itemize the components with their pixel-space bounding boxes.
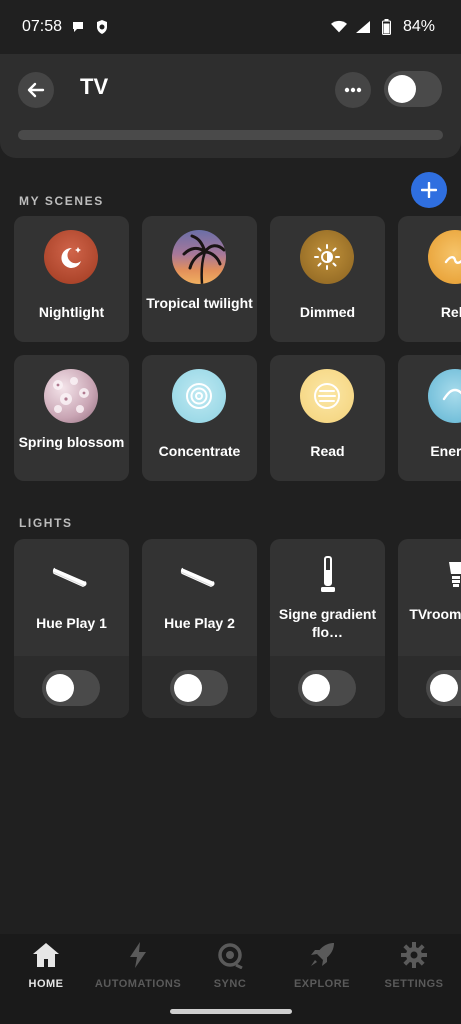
scene-label: Relax bbox=[440, 304, 461, 320]
room-power-toggle[interactable] bbox=[384, 71, 442, 107]
shield-icon bbox=[94, 19, 110, 35]
light-power-toggle[interactable] bbox=[298, 670, 356, 706]
scene-tile-spring-blossom[interactable]: Spring blossom bbox=[14, 355, 129, 481]
nav-sync[interactable]: SYNC bbox=[184, 940, 276, 996]
scene-tile-dimmed[interactable]: Dimmed bbox=[270, 216, 385, 342]
room-header: TV bbox=[0, 54, 461, 158]
chat-bubble-icon bbox=[70, 19, 86, 35]
light-power-toggle[interactable] bbox=[42, 670, 100, 706]
nav-home[interactable]: HOME bbox=[0, 940, 92, 996]
nav-label: HOME bbox=[28, 978, 64, 990]
energize-icon bbox=[428, 369, 461, 423]
dim-sun-icon bbox=[300, 230, 354, 284]
light-tile-tvroom-tec[interactable]: TVroom tec bbox=[398, 539, 461, 718]
toggle-knob bbox=[302, 674, 330, 702]
light-tile-hue-play-1[interactable]: Hue Play 1 bbox=[14, 539, 129, 718]
scene-label: Spring blossom bbox=[18, 434, 125, 450]
scene-label: Energize bbox=[430, 443, 461, 459]
toggle-knob bbox=[430, 674, 458, 702]
scene-label: Nightlight bbox=[38, 304, 105, 320]
concentrate-icon bbox=[172, 369, 226, 423]
light-power-toggle[interactable] bbox=[426, 670, 461, 706]
battery-percent: 84% bbox=[402, 18, 435, 35]
status-time: 07:58 bbox=[22, 18, 63, 35]
scene-label: Tropical twilight bbox=[146, 295, 253, 311]
light-label: Signe gradient flo… bbox=[278, 606, 377, 640]
scene-tile-nightlight[interactable]: Nightlight bbox=[14, 216, 129, 342]
scene-label: Dimmed bbox=[299, 304, 356, 320]
toggle-knob bbox=[174, 674, 202, 702]
palm-sunset-image bbox=[172, 230, 226, 284]
signal-icon bbox=[355, 19, 371, 35]
scene-tile-relax[interactable]: Relax bbox=[398, 216, 461, 342]
light-bar-icon bbox=[14, 557, 129, 593]
relax-icon bbox=[428, 230, 461, 284]
scene-tile-energize[interactable]: Energize bbox=[398, 355, 461, 481]
nav-label: EXPLORE bbox=[293, 978, 351, 990]
scene-label: Read bbox=[310, 443, 345, 459]
read-icon bbox=[300, 369, 354, 423]
floor-lamp-icon bbox=[270, 556, 385, 593]
light-label: Hue Play 2 bbox=[164, 615, 235, 631]
lightning-icon bbox=[123, 940, 153, 970]
scenes-section-title: MY SCENES bbox=[19, 194, 104, 208]
room-title: TV bbox=[80, 74, 109, 99]
rocket-icon bbox=[307, 940, 337, 970]
toggle-knob bbox=[388, 75, 416, 103]
back-button[interactable] bbox=[18, 72, 54, 108]
scene-tile-tropical-twilight[interactable]: Tropical twilight bbox=[142, 216, 257, 342]
add-scene-button[interactable] bbox=[411, 172, 447, 208]
nav-explore[interactable]: EXPLORE bbox=[276, 940, 368, 996]
light-label: TVroom tec bbox=[409, 606, 461, 622]
gear-icon bbox=[399, 940, 429, 970]
nav-settings[interactable]: SETTINGS bbox=[368, 940, 460, 996]
nav-label: SYNC bbox=[213, 978, 247, 990]
brightness-slider[interactable] bbox=[18, 130, 443, 140]
moon-stars-icon bbox=[44, 230, 98, 284]
nav-automations[interactable]: AUTOMATIONS bbox=[92, 940, 184, 996]
battery-icon bbox=[379, 19, 395, 35]
scene-tile-read[interactable]: Read bbox=[270, 355, 385, 481]
plus-icon bbox=[421, 182, 437, 198]
scene-label: Concentrate bbox=[158, 443, 241, 459]
light-label: Hue Play 1 bbox=[36, 615, 107, 631]
spot-bulb-icon bbox=[398, 557, 461, 593]
home-indicator[interactable] bbox=[170, 1009, 292, 1014]
home-icon bbox=[31, 940, 61, 970]
sync-icon bbox=[215, 940, 245, 970]
wifi-icon bbox=[330, 19, 347, 35]
lights-section-title: LIGHTS bbox=[19, 516, 73, 530]
light-tile-signe-gradient[interactable]: Signe gradient flo… bbox=[270, 539, 385, 718]
nav-label: SETTINGS bbox=[384, 978, 444, 990]
more-options-button[interactable] bbox=[335, 72, 371, 108]
toggle-knob bbox=[46, 674, 74, 702]
light-power-toggle[interactable] bbox=[170, 670, 228, 706]
scene-tile-concentrate[interactable]: Concentrate bbox=[142, 355, 257, 481]
status-bar: 07:58 84% bbox=[0, 0, 461, 54]
more-dots-icon bbox=[344, 87, 362, 93]
blossom-image bbox=[44, 369, 98, 423]
light-bar-icon bbox=[142, 557, 257, 593]
arrow-left-icon bbox=[27, 82, 45, 98]
light-tile-hue-play-2[interactable]: Hue Play 2 bbox=[142, 539, 257, 718]
nav-label: AUTOMATIONS bbox=[94, 978, 182, 990]
